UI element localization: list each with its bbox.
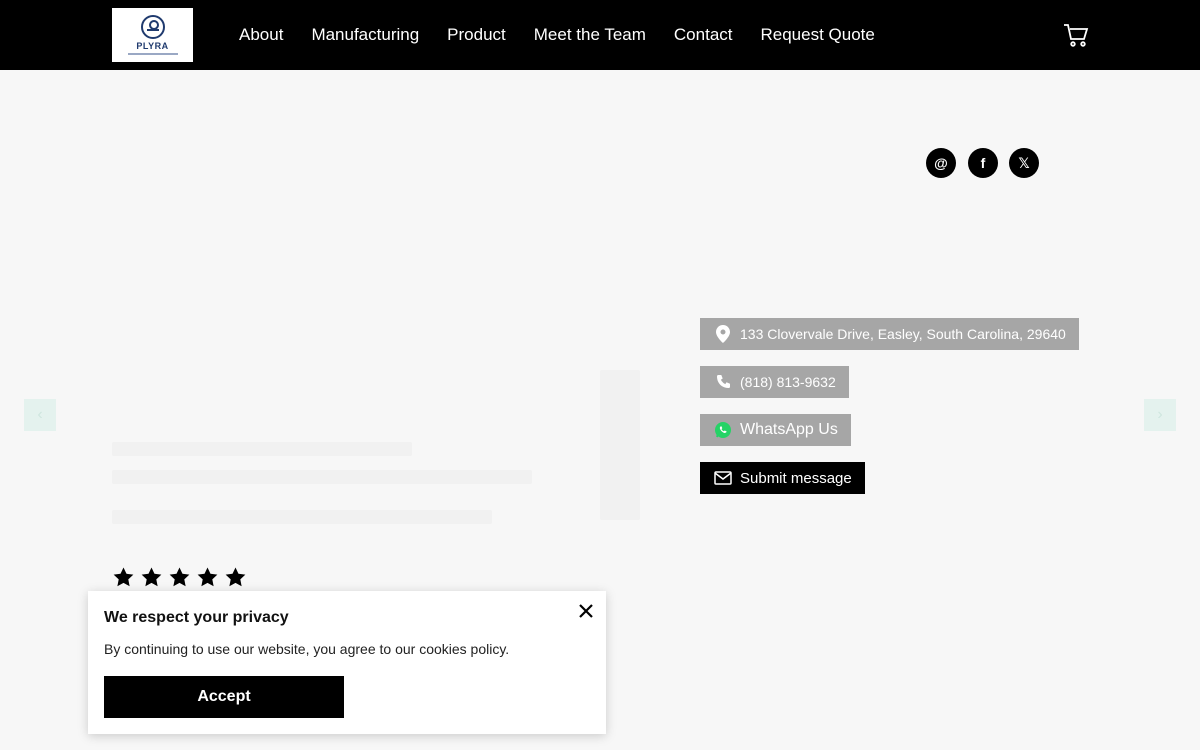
whatsapp-icon	[714, 421, 732, 439]
whatsapp-text: WhatsApp Us	[740, 421, 838, 438]
address-text: 133 Clovervale Drive, Easley, South Caro…	[740, 326, 1066, 342]
nav-contact[interactable]: Contact	[674, 25, 733, 45]
ghost-text-line	[112, 442, 412, 456]
chevron-right-icon: ›	[1157, 406, 1163, 423]
slider-prev-button[interactable]: ‹	[24, 399, 56, 431]
ghost-image-block	[600, 370, 640, 520]
accept-button[interactable]: Accept	[104, 676, 344, 718]
social-facebook-button[interactable]: f	[968, 148, 998, 178]
phone-button[interactable]: (818) 813-9632	[700, 366, 849, 398]
logo-underline	[127, 53, 178, 55]
submit-message-text: Submit message	[740, 469, 852, 487]
email-icon: @	[934, 155, 948, 171]
star-icon	[225, 567, 246, 587]
phone-text: (818) 813-9632	[740, 374, 836, 390]
nav-about[interactable]: About	[239, 25, 283, 45]
cart-icon[interactable]	[1062, 21, 1090, 49]
nav-manufacturing[interactable]: Manufacturing	[311, 25, 419, 45]
cookie-title: We respect your privacy	[104, 609, 289, 626]
whatsapp-button[interactable]: WhatsApp Us	[700, 414, 851, 446]
facebook-icon: f	[980, 155, 986, 171]
address-button[interactable]: 133 Clovervale Drive, Easley, South Caro…	[700, 318, 1079, 350]
social-x-button[interactable]: 𝕏	[1009, 148, 1039, 178]
close-icon[interactable]	[576, 601, 596, 621]
nav-request-quote[interactable]: Request Quote	[761, 25, 875, 45]
site-header: PLYRA About Manufacturing Product Meet t…	[0, 0, 1200, 70]
ghost-text-line	[112, 470, 532, 484]
logo-mark-icon	[140, 15, 165, 39]
phone-icon	[714, 373, 732, 391]
nav-meet-the-team[interactable]: Meet the Team	[534, 25, 646, 45]
logo-text: PLYRA	[136, 41, 169, 51]
social-email-button[interactable]: @	[926, 148, 956, 178]
nav-product[interactable]: Product	[447, 25, 506, 45]
main-nav: About Manufacturing Product Meet the Tea…	[239, 0, 903, 70]
cookie-text: By continuing to use our website, you ag…	[104, 641, 510, 657]
map-pin-icon	[714, 325, 732, 343]
star-icon	[197, 567, 218, 587]
cookie-banner: We respect your privacy By continuing to…	[88, 591, 606, 734]
slider-next-button[interactable]: ›	[1144, 399, 1176, 431]
x-icon: 𝕏	[1018, 154, 1030, 171]
ghost-text-line	[112, 510, 492, 524]
star-icon	[141, 567, 162, 587]
star-icon	[113, 567, 134, 587]
mail-icon	[714, 469, 732, 487]
chevron-left-icon: ‹	[37, 406, 43, 423]
star-rating	[112, 566, 252, 589]
star-icon	[169, 567, 190, 587]
submit-message-button[interactable]: Submit message	[700, 462, 865, 494]
logo[interactable]: PLYRA	[112, 8, 193, 62]
